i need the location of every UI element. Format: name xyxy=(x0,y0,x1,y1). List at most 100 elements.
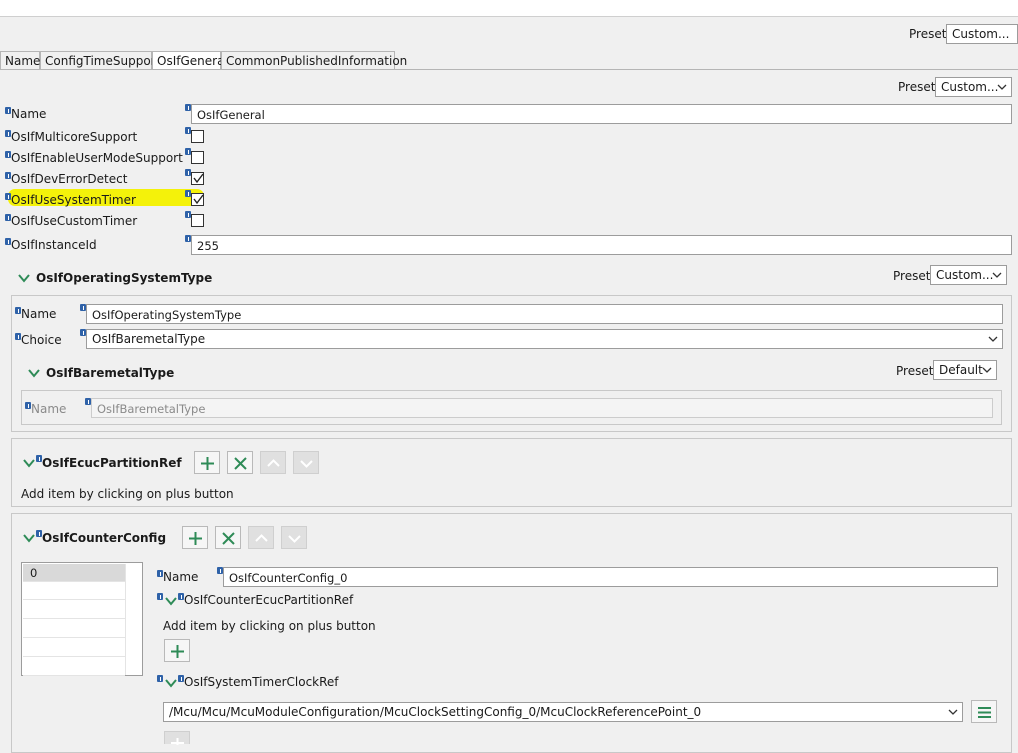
info-icon xyxy=(157,593,163,600)
counter-ecuc-ref-hint: Add item by clicking on plus button xyxy=(163,619,376,633)
os-type-choice-label: Choice xyxy=(21,333,62,347)
chevron-down-icon[interactable] xyxy=(23,459,35,468)
os-type-title: OsIfOperatingSystemType xyxy=(36,271,213,285)
chevron-down-icon[interactable] xyxy=(165,597,177,606)
os-type-choice-select[interactable]: OsIfBaremetalType xyxy=(86,329,1003,349)
add-ecuc-partition-button[interactable] xyxy=(194,451,220,474)
customtimer-checkbox[interactable] xyxy=(191,214,204,227)
os-type-preset-select[interactable]: Custom... xyxy=(930,265,1007,285)
tab-osifgeneral[interactable]: OsIfGeneral xyxy=(152,51,228,70)
arrow-up-icon xyxy=(255,534,268,542)
baremetal-preset-label: Preset xyxy=(896,364,934,378)
x-icon xyxy=(222,532,235,545)
tab-commonpublishedinformation[interactable]: CommonPublishedInformation xyxy=(221,51,407,70)
list-item-empty xyxy=(23,620,125,638)
list-item-empty xyxy=(23,658,125,676)
delete-ecuc-partition-button[interactable] xyxy=(227,451,253,474)
os-type-choice-value: OsIfBaremetalType xyxy=(92,332,206,346)
hamburger-icon xyxy=(978,707,991,718)
instanceid-label: OsIfInstanceId xyxy=(11,238,97,252)
list-item-label: 0 xyxy=(30,566,38,580)
deverror-checkbox[interactable] xyxy=(191,172,204,185)
move-down-ecuc-partition-button[interactable] xyxy=(293,451,319,474)
tab-divider xyxy=(0,69,1018,70)
check-icon xyxy=(193,173,204,184)
name-input[interactable]: OsIfGeneral xyxy=(191,104,1012,124)
counter-name-label: Name xyxy=(163,570,199,584)
check-icon xyxy=(193,194,204,205)
chevron-down-icon xyxy=(982,367,992,373)
baremetal-preset-value: Default xyxy=(939,363,983,377)
baremetal-title: OsIfBaremetalType xyxy=(46,366,175,380)
counter-name-input[interactable]: OsIfCounterConfig_0 xyxy=(223,567,998,587)
tab-commonpublishedinformation-label: CommonPublishedInformation xyxy=(226,54,408,68)
deverror-label: OsIfDevErrorDetect xyxy=(11,172,128,186)
tab-name[interactable]: Name xyxy=(0,51,40,70)
instanceid-input[interactable]: 255 xyxy=(191,235,1012,255)
ecuc-partition-title: OsIfEcucPartitionRef xyxy=(42,456,182,470)
chevron-down-icon xyxy=(992,272,1002,278)
chevron-down-icon[interactable] xyxy=(23,534,35,543)
chevron-down-icon xyxy=(948,709,958,715)
chevron-down-icon[interactable] xyxy=(165,679,177,688)
systemtimer-label: OsIfUseSystemTimer xyxy=(11,193,136,207)
move-up-counter-config-button[interactable] xyxy=(248,526,274,549)
chevron-down-icon[interactable] xyxy=(28,369,40,378)
top-preset-value: Custom... xyxy=(952,27,1010,41)
tab-osifgeneral-label: OsIfGeneral xyxy=(157,54,228,68)
usermode-label: OsIfEnableUserModeSupport xyxy=(11,151,183,165)
multicore-label: OsIfMulticoreSupport xyxy=(11,130,138,144)
delete-counter-config-button[interactable] xyxy=(215,526,241,549)
customtimer-label: OsIfUseCustomTimer xyxy=(11,214,138,228)
top-preset-label: Preset xyxy=(909,27,947,41)
baremetal-preset-select[interactable]: Default xyxy=(933,360,997,380)
list-column-divider xyxy=(125,564,126,675)
move-down-counter-config-button[interactable] xyxy=(281,526,307,549)
plus-icon xyxy=(171,645,184,658)
clock-ref-add-button[interactable] xyxy=(164,731,190,745)
counter-ecuc-ref-title: OsIfCounterEcucPartitionRef xyxy=(184,593,354,607)
general-preset-value: Custom... xyxy=(941,80,999,94)
tab-configtimesupport[interactable]: ConfigTimeSupport xyxy=(40,51,160,70)
systemtimer-checkbox[interactable] xyxy=(191,193,204,206)
arrow-down-icon xyxy=(288,535,301,543)
list-item-empty xyxy=(23,601,125,619)
move-up-ecuc-partition-button[interactable] xyxy=(260,451,286,474)
counter-config-list[interactable]: 0 xyxy=(21,562,143,676)
top-preset-select[interactable]: Custom... xyxy=(946,24,1018,44)
arrow-up-icon xyxy=(267,459,280,467)
baremetal-name-label: Name xyxy=(31,402,67,416)
list-item-empty xyxy=(23,639,125,657)
add-counter-ecuc-ref-button[interactable] xyxy=(164,639,190,662)
clock-ref-title: OsIfSystemTimerClockRef xyxy=(184,675,339,689)
x-icon xyxy=(234,457,247,470)
list-item-empty xyxy=(23,582,125,600)
info-icon xyxy=(157,675,163,682)
plus-icon xyxy=(189,532,202,545)
chevron-down-icon[interactable] xyxy=(18,274,30,283)
chevron-down-icon xyxy=(988,336,998,342)
counter-config-title: OsIfCounterConfig xyxy=(42,531,167,545)
multicore-checkbox[interactable] xyxy=(191,130,204,143)
window-top-strip xyxy=(0,0,1018,17)
tab-name-label: Name xyxy=(5,54,41,68)
name-label: Name xyxy=(11,107,47,121)
clock-ref-value: /Mcu/Mcu/McuModuleConfiguration/McuClock… xyxy=(169,705,702,719)
chevron-down-icon xyxy=(997,84,1007,90)
baremetal-name-input[interactable]: OsIfBaremetalType xyxy=(91,398,993,418)
general-preset-label: Preset xyxy=(898,80,936,94)
add-counter-config-button[interactable] xyxy=(182,526,208,549)
os-type-name-label: Name xyxy=(21,307,57,321)
list-item[interactable]: 0 xyxy=(23,564,125,582)
usermode-checkbox[interactable] xyxy=(191,151,204,164)
os-type-name-input[interactable]: OsIfOperatingSystemType xyxy=(86,304,1003,324)
arrow-down-icon xyxy=(300,460,313,468)
clock-ref-menu-button[interactable] xyxy=(971,700,997,723)
plus-icon xyxy=(201,457,214,470)
clock-ref-select[interactable]: /Mcu/Mcu/McuModuleConfiguration/McuClock… xyxy=(163,702,963,722)
os-type-preset-value: Custom... xyxy=(936,268,994,282)
tab-configtimesupport-label: ConfigTimeSupport xyxy=(45,54,161,68)
ecuc-partition-hint: Add item by clicking on plus button xyxy=(21,487,234,501)
os-type-preset-label: Preset xyxy=(893,269,931,283)
general-preset-select[interactable]: Custom... xyxy=(935,77,1012,97)
